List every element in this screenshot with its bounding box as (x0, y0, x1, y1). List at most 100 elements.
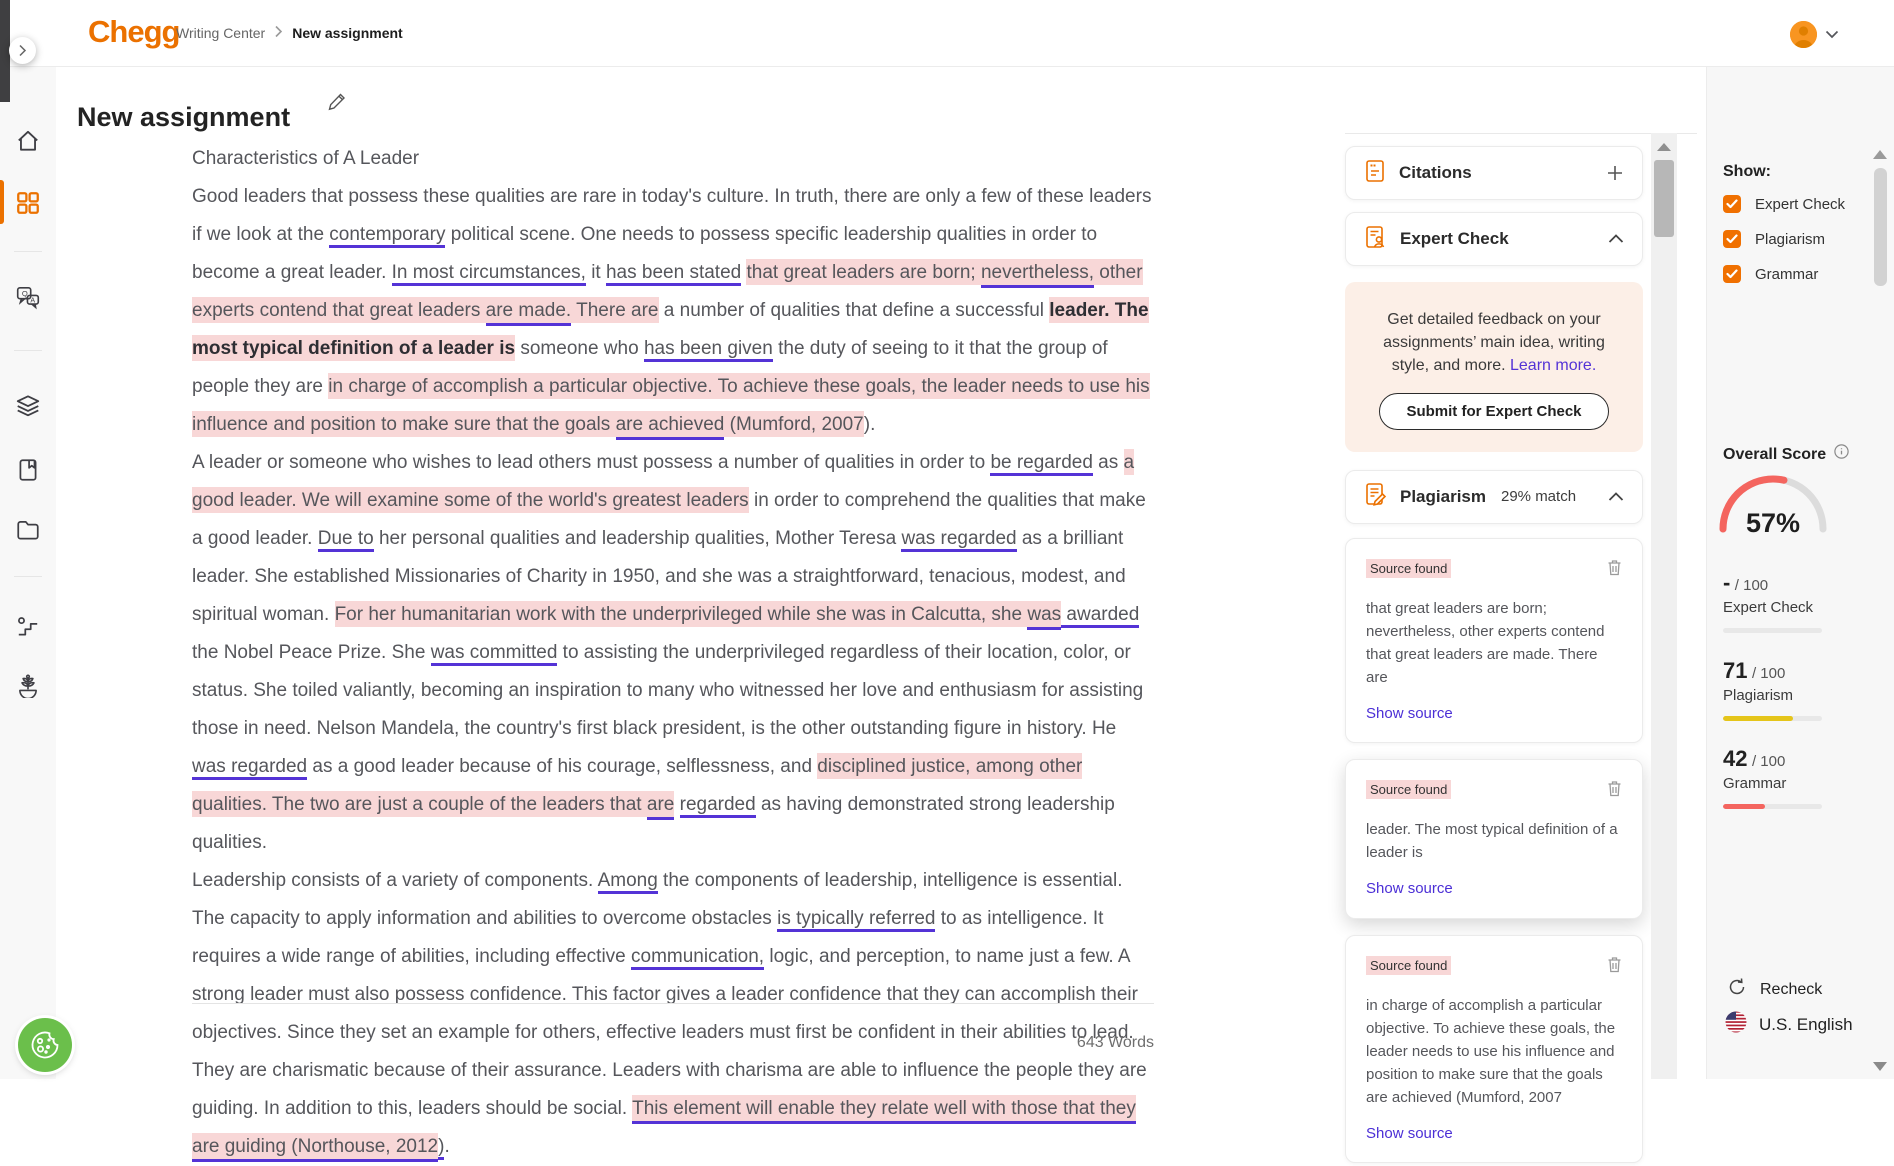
essay-body[interactable]: Characteristics of A LeaderGood leaders … (192, 140, 1155, 1166)
checkbox-label: Expert Check (1755, 196, 1845, 213)
score-progress-bar (1723, 716, 1822, 721)
expert-check-title: Expert Check (1400, 229, 1509, 249)
source-excerpt: that great leaders are born; nevertheles… (1366, 597, 1622, 689)
show-label: Show: (1723, 163, 1771, 181)
plagiarism-source-card[interactable]: Source foundin charge of accomplish a pa… (1345, 935, 1643, 1163)
tools-column: Citations Expert Check Get detailed feed… (1345, 146, 1643, 1163)
show-checkboxes: Expert Check Plagiarism Grammar (1723, 195, 1845, 300)
plagiarism-title: Plagiarism (1400, 487, 1486, 507)
trash-icon[interactable] (1607, 559, 1622, 581)
citations-card[interactable]: Citations (1345, 146, 1643, 200)
recheck-button[interactable]: Recheck (1727, 977, 1822, 1002)
essay-paragraph[interactable]: Characteristics of A Leader (192, 140, 1155, 178)
essay-paragraph[interactable]: Leadership consists of a variety of comp… (192, 862, 1155, 1166)
essay-paragraph[interactable]: A leader or someone who wishes to lead o… (192, 444, 1155, 862)
expert-check-collapse-icon[interactable] (1608, 234, 1624, 244)
source-excerpt: leader. The most typical definition of a… (1366, 818, 1622, 864)
breadcrumb-chevron-icon (274, 25, 283, 41)
overall-score-value: 57% (1713, 508, 1833, 539)
checkbox-label: Grammar (1755, 266, 1818, 283)
language-label: U.S. English (1759, 1015, 1853, 1035)
top-header: Chegg Writing Center New assignment (0, 0, 1894, 67)
apps-grid-icon[interactable] (15, 190, 41, 216)
recheck-label: Recheck (1760, 981, 1822, 999)
overall-score-gauge: 57% (1713, 469, 1833, 535)
show-source-link[interactable]: Show source (1366, 1125, 1622, 1142)
checkbox-label: Plagiarism (1755, 231, 1825, 248)
show-source-link[interactable]: Show source (1366, 880, 1622, 897)
cookie-consent-button[interactable] (18, 1018, 72, 1072)
layers-icon[interactable] (15, 392, 41, 418)
score-label: Grammar (1723, 775, 1833, 792)
trash-icon[interactable] (1607, 780, 1622, 802)
expert-check-promo: Get detailed feedback on your assignment… (1345, 282, 1643, 452)
submit-expert-check-button[interactable]: Submit for Expert Check (1379, 393, 1608, 430)
cards-top-divider (1345, 133, 1697, 134)
scrollbar-thumb[interactable] (1654, 160, 1674, 237)
rail-divider (14, 350, 42, 351)
tools-scrollbar[interactable] (1651, 133, 1677, 1079)
info-icon[interactable] (1834, 444, 1849, 464)
trash-icon[interactable] (1607, 956, 1622, 978)
chegg-logo[interactable]: Chegg (88, 14, 179, 50)
breadcrumb: Writing Center New assignment (176, 25, 403, 41)
score-panel: Show: Expert Check Plagiarism Grammar Over… (1706, 67, 1894, 1079)
citations-add-icon[interactable] (1606, 164, 1624, 182)
essay-paragraph[interactable]: Good leaders that possess these qualitie… (192, 178, 1155, 444)
show-source-link[interactable]: Show source (1366, 705, 1622, 722)
page-scroll-down-arrow-icon[interactable] (1873, 1062, 1887, 1071)
expert-check-card[interactable]: Expert Check (1345, 212, 1643, 266)
career-steps-icon[interactable] (15, 613, 41, 639)
essay-divider (192, 1003, 1154, 1004)
expand-sidebar-button[interactable] (9, 37, 36, 64)
breadcrumb-section[interactable]: Writing Center (176, 25, 265, 41)
score-value: - (1723, 570, 1730, 595)
home-icon[interactable] (15, 128, 41, 154)
learn-more-link[interactable]: Learn more. (1510, 357, 1596, 374)
avatar[interactable] (1790, 21, 1817, 48)
score-row-plagiarism: 71 / 100 Plagiarism (1723, 658, 1833, 721)
checkbox-checked-icon[interactable] (1723, 195, 1741, 213)
scroll-up-arrow-icon[interactable] (1657, 143, 1671, 151)
overall-score-label: Overall Score (1723, 446, 1826, 464)
checkbox-checked-icon[interactable] (1723, 230, 1741, 248)
account-chevron-down-icon[interactable] (1825, 26, 1839, 44)
rail-divider (14, 251, 42, 252)
growth-plant-icon[interactable] (15, 672, 41, 698)
score-out-of: / 100 (1752, 665, 1785, 682)
plagiarism-source-card[interactable]: Source found that great leaders are born;… (1345, 538, 1643, 743)
page-scrollbar-thumb[interactable] (1874, 168, 1887, 286)
score-out-of: / 100 (1752, 753, 1785, 770)
expert-check-icon (1364, 225, 1387, 254)
active-rail-indicator (0, 180, 4, 224)
page-scroll-up-arrow-icon[interactable] (1873, 150, 1887, 159)
source-found-badge: Source found (1366, 559, 1451, 578)
score-out-of: / 100 (1735, 577, 1768, 594)
folder-icon[interactable] (15, 517, 41, 543)
show-checkbox-grammar[interactable]: Grammar (1723, 265, 1845, 283)
plagiarism-source-card[interactable]: Source foundleader. The most typical def… (1345, 759, 1643, 919)
score-label: Plagiarism (1723, 687, 1833, 704)
plagiarism-match: 29% match (1501, 488, 1576, 505)
edit-title-pencil-icon[interactable] (326, 90, 348, 119)
plagiarism-icon (1364, 482, 1387, 511)
left-icon-rail: QA (0, 67, 56, 1079)
word-count: 643 Words (192, 1034, 1154, 1052)
plagiarism-card[interactable]: Plagiarism 29% match (1345, 470, 1643, 524)
rail-divider (14, 576, 42, 577)
score-value: 71 (1723, 658, 1747, 683)
svg-text:A: A (30, 297, 35, 304)
recheck-refresh-icon (1727, 977, 1747, 1002)
checkbox-checked-icon[interactable] (1723, 265, 1741, 283)
us-flag-icon (1725, 1011, 1747, 1038)
show-checkbox-plagiarism[interactable]: Plagiarism (1723, 230, 1845, 248)
language-selector[interactable]: U.S. English (1725, 1011, 1853, 1038)
source-found-badge: Source found (1366, 956, 1451, 975)
notebook-icon[interactable] (15, 457, 41, 483)
score-progress-bar (1723, 628, 1822, 633)
citations-title: Citations (1399, 163, 1472, 183)
plagiarism-collapse-icon[interactable] (1608, 492, 1624, 502)
breadcrumb-page: New assignment (292, 25, 402, 41)
show-checkbox-expert-check[interactable]: Expert Check (1723, 195, 1845, 213)
questions-answers-icon[interactable]: QA (15, 284, 41, 310)
